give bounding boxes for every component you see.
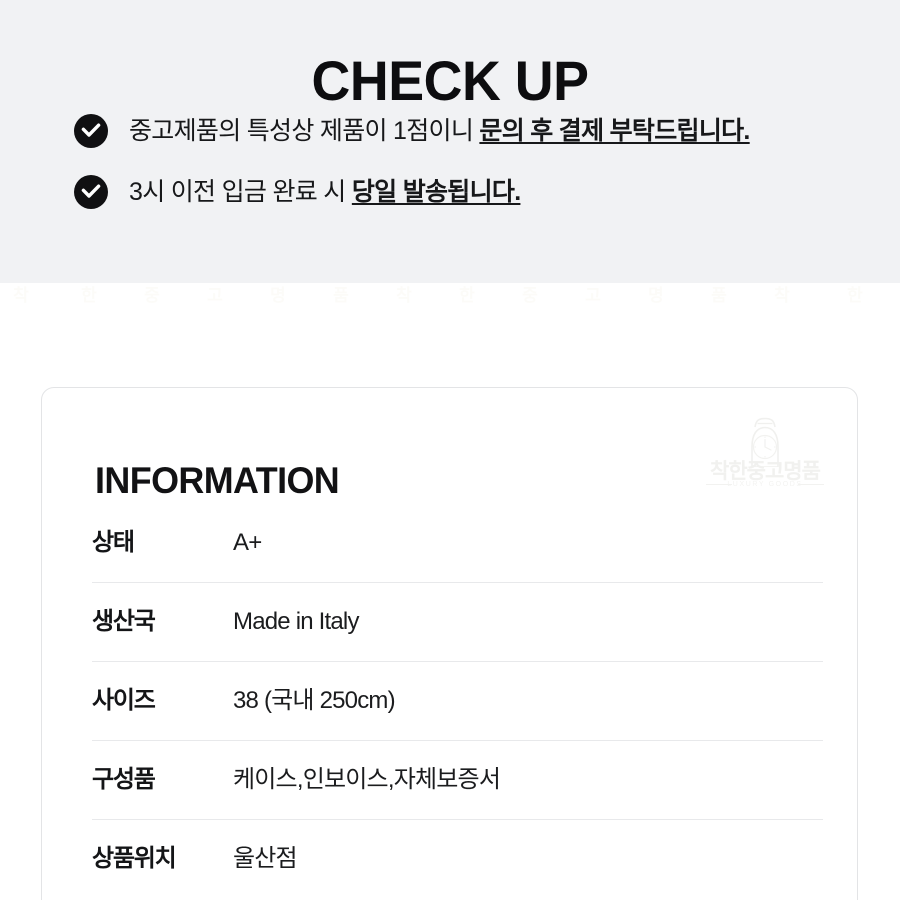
watermark-tile: 품 <box>333 286 349 305</box>
checkup-title: CHECK UP <box>311 48 589 112</box>
table-row: 상품위치 울산점 <box>92 819 823 898</box>
information-title: INFORMATION <box>95 459 340 501</box>
checkup-notice-list: 중고제품의 특성상 제품이 1점이니 문의 후 결제 부탁드립니다. 3시 이전… <box>74 112 874 211</box>
spec-label: 사이즈 <box>92 687 156 714</box>
watermark-tile: 명 <box>648 286 664 305</box>
brand-watermark-name-en: LUXURY GOODS <box>727 481 803 488</box>
watermark-tile: 중 <box>144 286 160 305</box>
brand-watermark-name-kr: 착한중고명품 <box>710 460 821 483</box>
watermark-tile: 착 <box>396 286 412 305</box>
checkup-notice-text: 3시 이전 입금 완료 시 당일 발송됩니다. <box>129 173 521 211</box>
brand-watermark-rule-left <box>706 484 732 485</box>
watermark-tile: 고 <box>207 286 223 305</box>
information-card: INFORMATION 착한중고명품 LUXURY GOODS 상태 A+ 생산… <box>41 387 858 900</box>
information-spec-table: 상태 A+ 생산국 Made in Italy 사이즈 38 (국내 250cm… <box>92 504 823 898</box>
checkup-section: CHECK UP 중고제품의 특성상 제품이 1점이니 문의 후 결제 부탁드립… <box>0 0 900 283</box>
spec-value: 38 (국내 250cm) <box>233 687 396 714</box>
watermark-tile: 고 <box>585 286 601 305</box>
table-row: 상태 A+ <box>92 504 823 582</box>
background-watermark-strip: 착 한 중 고 명 품 착 한 중 고 명 품 착 한 <box>0 283 900 313</box>
checkup-notice-text: 중고제품의 특성상 제품이 1점이니 문의 후 결제 부탁드립니다. <box>129 112 750 150</box>
checkup-notice-text-emphasis: 문의 후 결제 부탁드립니다. <box>479 117 750 145</box>
brand-watermark-rule-right <box>798 484 824 485</box>
spec-label: 상품위치 <box>92 845 177 872</box>
spec-label: 구성품 <box>92 766 156 793</box>
wristwatch-icon <box>751 417 779 467</box>
check-circle-icon <box>74 114 108 148</box>
checkup-notice-text-plain: 3시 이전 입금 완료 시 <box>129 178 352 206</box>
table-row: 생산국 Made in Italy <box>92 582 823 661</box>
spec-value: A+ <box>233 529 262 556</box>
spec-value: 케이스,인보이스,자체보증서 <box>233 766 501 793</box>
watermark-tile: 중 <box>522 286 538 305</box>
watermark-tile: 명 <box>270 286 286 305</box>
checkup-notice-text-plain: 중고제품의 특성상 제품이 1점이니 <box>129 117 480 145</box>
checkup-notice-text-emphasis: 당일 발송됩니다. <box>351 178 521 206</box>
watermark-tile: 한 <box>81 286 97 305</box>
brand-watermark-logo: 착한중고명품 LUXURY GOODS <box>700 417 830 493</box>
table-row: 구성품 케이스,인보이스,자체보증서 <box>92 740 823 819</box>
spec-value: 울산점 <box>233 845 298 872</box>
spec-value: Made in Italy <box>233 608 359 635</box>
checkup-notice-item: 중고제품의 특성상 제품이 1점이니 문의 후 결제 부탁드립니다. <box>74 112 874 150</box>
watermark-tile: 한 <box>847 286 863 305</box>
product-detail-page: CHECK UP 중고제품의 특성상 제품이 1점이니 문의 후 결제 부탁드립… <box>0 0 900 900</box>
watermark-tile: 착 <box>774 286 790 305</box>
check-circle-icon <box>74 175 108 209</box>
spec-label: 상태 <box>92 529 135 556</box>
watermark-tile: 한 <box>459 286 475 305</box>
watermark-tile: 착 <box>13 286 29 305</box>
checkup-notice-item: 3시 이전 입금 완료 시 당일 발송됩니다. <box>74 173 874 211</box>
spec-label: 생산국 <box>92 608 156 635</box>
watermark-tile: 품 <box>711 286 727 305</box>
table-row: 사이즈 38 (국내 250cm) <box>92 661 823 740</box>
